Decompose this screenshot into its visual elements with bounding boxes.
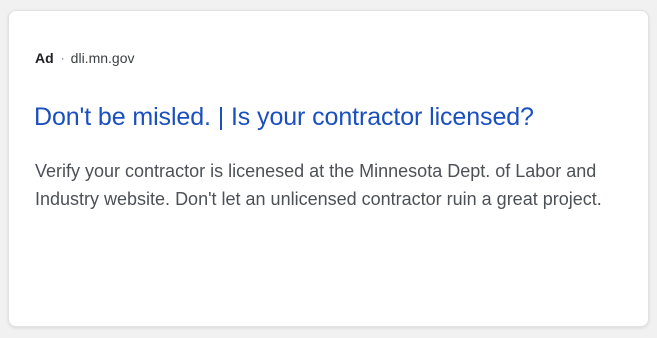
ad-header: Ad · dli.mn.gov [35,49,134,67]
ad-description: Verify your contractor is licenesed at t… [35,161,602,209]
ad-card: Ad · dli.mn.gov Don't be misled. | Is yo… [8,10,649,327]
ad-headline-link[interactable]: Don't be misled. | Is your contractor li… [34,101,534,133]
ad-label: Ad [35,50,54,66]
ad-domain[interactable]: dli.mn.gov [71,49,135,67]
header-separator: · [60,51,65,65]
